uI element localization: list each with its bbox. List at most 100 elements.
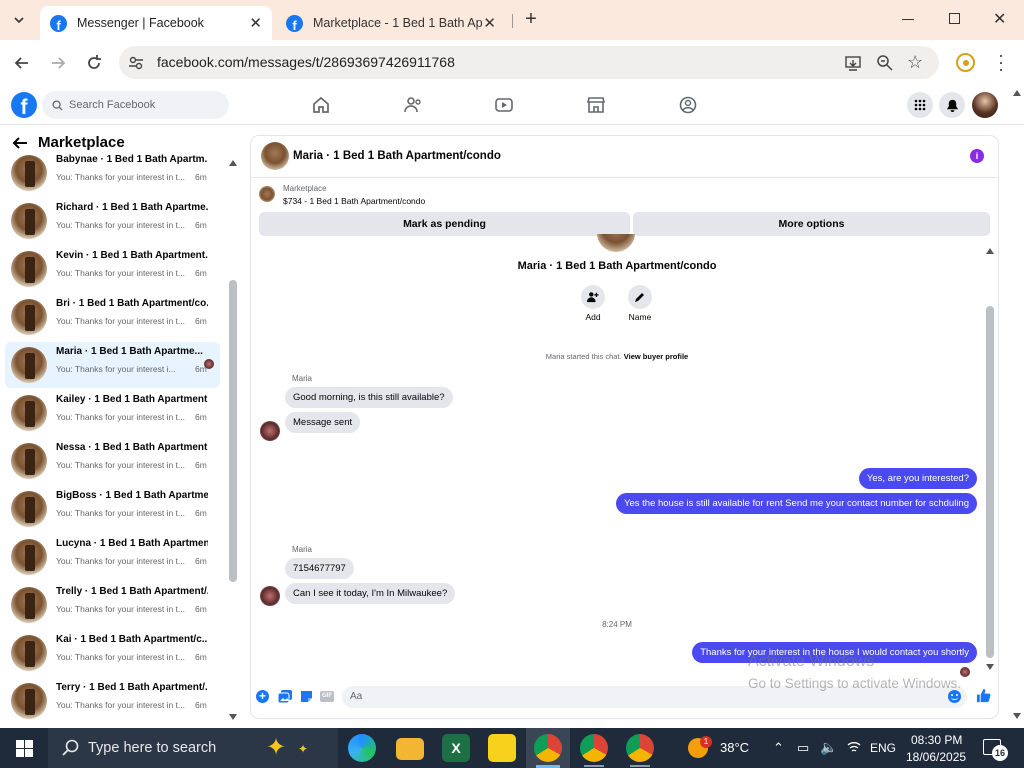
conversation-item[interactable]: Bri · 1 Bed 1 Bath Apartment/co... You: T… <box>5 294 220 340</box>
conversation-item[interactable]: Babynae · 1 Bed 1 Bath Apartm... You: Tha… <box>5 150 220 196</box>
conversation-item[interactable]: Nessa · 1 Bed 1 Bath Apartment... You: Th… <box>5 438 220 484</box>
account-avatar[interactable] <box>972 92 998 118</box>
conversation-item[interactable]: Kevin · 1 Bed 1 Bath Apartment... You: Th… <box>5 246 220 292</box>
listing-thumbnail[interactable] <box>259 186 275 202</box>
close-tab-icon[interactable]: ✕ <box>249 14 262 32</box>
input-language[interactable]: ENG <box>870 741 896 755</box>
excel-icon[interactable]: X <box>442 734 470 762</box>
install-app-icon[interactable] <box>844 54 862 75</box>
profile-icon[interactable] <box>956 53 975 72</box>
conversation-item[interactable]: BigBoss · 1 Bed 1 Bath Apartme... You: Th… <box>5 486 220 532</box>
bookmark-star-icon[interactable]: ☆ <box>907 52 923 73</box>
conversation-avatar <box>11 251 47 287</box>
home-icon[interactable] <box>311 95 331 115</box>
sticky-notes-icon[interactable] <box>488 734 516 762</box>
incoming-message[interactable]: Can I see it today, I'm In Milwaukee? <box>285 583 456 604</box>
incoming-message[interactable]: 7154677797 <box>285 558 354 579</box>
search-facebook-input[interactable]: Search Facebook <box>42 91 229 119</box>
preview-text: You: Thanks for your interest i... <box>56 364 176 374</box>
zoom-icon[interactable] <box>876 54 894 75</box>
outgoing-message[interactable]: Yes the house is still available for ren… <box>615 493 977 514</box>
address-bar[interactable]: facebook.com/messages/t/2869369742691176… <box>119 46 939 79</box>
volume-icon[interactable]: 🔈 <box>820 739 837 756</box>
outgoing-message[interactable]: Yes, are you interested? <box>858 468 977 489</box>
conversation-name: Nessa · 1 Bed 1 Bath Apartment... <box>56 442 208 453</box>
add-person-button[interactable] <box>581 285 605 309</box>
windows-start-icon[interactable] <box>16 740 33 760</box>
chat-scrollbar[interactable] <box>986 248 994 672</box>
sender-avatar[interactable] <box>260 586 280 606</box>
marketplace-icon[interactable] <box>586 95 606 115</box>
conversation-preview: You: Thanks for your interest in t... 6m <box>56 316 207 326</box>
incoming-message[interactable]: Message sent <box>285 412 361 433</box>
view-buyer-profile-link[interactable]: View buyer profile <box>624 352 688 361</box>
conversation-item[interactable]: Kai · 1 Bed 1 Bath Apartment/c... You: Th… <box>5 630 220 676</box>
file-explorer-icon[interactable] <box>396 738 424 760</box>
clock-time[interactable]: 08:30 PM <box>911 733 962 747</box>
reload-icon[interactable] <box>84 53 104 76</box>
notifications-bell-icon[interactable] <box>939 92 965 118</box>
gaming-icon[interactable] <box>678 95 698 115</box>
video-icon[interactable] <box>494 95 514 115</box>
close-tab-icon[interactable]: ✕ <box>483 14 496 32</box>
scrollbar-thumb[interactable] <box>229 280 237 582</box>
back-arrow-icon[interactable] <box>12 53 32 76</box>
more-actions-plus-icon[interactable]: + <box>256 690 269 703</box>
chrome-icon[interactable] <box>534 734 562 762</box>
conversation-item[interactable]: Terry · 1 Bed 1 Bath Apartment/... You: T… <box>5 678 220 724</box>
minimize-button[interactable] <box>902 19 914 20</box>
chat-header-avatar[interactable] <box>261 142 289 170</box>
more-options-button[interactable]: More options <box>633 212 990 236</box>
meet-now-icon[interactable]: ▭ <box>797 740 809 756</box>
close-window-button[interactable]: ✕ <box>993 9 1006 29</box>
mark-as-pending-button[interactable]: Mark as pending <box>259 212 630 236</box>
search-icon <box>52 99 63 111</box>
scrollbar-thumb[interactable] <box>986 306 994 658</box>
weather-temperature[interactable]: 38°C <box>720 740 749 755</box>
chrome-icon[interactable] <box>580 734 608 762</box>
chat-header-title[interactable]: Maria · 1 Bed 1 Bath Apartment/condo <box>293 150 501 162</box>
tab-marketplace[interactable]: f Marketplace - 1 Bed 1 Bath Apa ✕ <box>276 6 506 40</box>
friends-icon[interactable] <box>403 95 423 115</box>
new-tab-button[interactable]: + <box>520 9 542 31</box>
preview-text: You: Thanks for your interest in t... <box>56 172 185 182</box>
edit-name-button[interactable] <box>628 285 652 309</box>
forward-arrow-icon[interactable] <box>48 53 68 76</box>
incoming-message[interactable]: Good morning, is this still available? <box>285 387 453 408</box>
conversation-item[interactable]: Maria · 1 Bed 1 Bath Apartme... You: Than… <box>5 342 220 388</box>
conversation-info-icon[interactable]: i <box>970 149 984 163</box>
clock-date[interactable]: 18/06/2025 <box>906 750 966 764</box>
conversation-item[interactable]: Lucyna · 1 Bed 1 Bath Apartmen... You: Th… <box>5 534 220 580</box>
sidebar-scrollbar[interactable] <box>229 160 237 720</box>
edge-browser-icon[interactable] <box>348 734 376 762</box>
conversation-name: Babynae · 1 Bed 1 Bath Apartm... <box>56 154 208 165</box>
gif-button[interactable]: GIF <box>320 691 334 702</box>
url-text[interactable]: facebook.com/messages/t/2869369742691176… <box>157 54 455 70</box>
show-hidden-icons-icon[interactable]: ⌃ <box>773 740 784 756</box>
page-scrollbar[interactable] <box>1012 85 1022 723</box>
conversation-preview: You: Thanks for your interest i... 6m <box>56 364 207 374</box>
conversation-preview: You: Thanks for your interest in t... 6m <box>56 604 207 614</box>
attach-photo-icon[interactable] <box>277 690 292 706</box>
tab-messenger[interactable]: f Messenger | Facebook ✕ <box>40 6 272 40</box>
listing-title[interactable]: $734 - 1 Bed 1 Bath Apartment/condo <box>283 196 425 206</box>
sticker-icon[interactable] <box>300 690 313 706</box>
conversation-name: Bri · 1 Bed 1 Bath Apartment/co... <box>56 298 208 309</box>
restore-button[interactable] <box>949 13 960 24</box>
wifi-icon[interactable] <box>846 740 862 757</box>
taskbar-search-box[interactable]: Type here to search ✦ ✦ <box>48 728 338 768</box>
chat-started-note: Maria started this chat. View buyer prof… <box>251 352 983 361</box>
thumbs-up-icon[interactable] <box>976 688 991 706</box>
browser-menu-icon[interactable]: · · · <box>998 46 1004 78</box>
conversation-item[interactable]: Kailey · 1 Bed 1 Bath Apartment... You: T… <box>5 390 220 436</box>
menu-grid-icon[interactable] <box>907 92 933 118</box>
chrome-icon[interactable] <box>626 734 654 762</box>
facebook-logo-icon[interactable]: f <box>11 92 37 118</box>
sender-avatar[interactable] <box>260 421 280 441</box>
emoji-icon[interactable] <box>948 690 961 703</box>
sender-name: Maria <box>292 545 313 554</box>
site-info-icon[interactable] <box>127 54 145 75</box>
conversation-item[interactable]: Trelly · 1 Bed 1 Bath Apartment/... You: … <box>5 582 220 628</box>
conversation-item[interactable]: Richard · 1 Bed 1 Bath Apartme... You: Th… <box>5 198 220 244</box>
tab-list-dropdown-icon[interactable] <box>8 9 30 31</box>
